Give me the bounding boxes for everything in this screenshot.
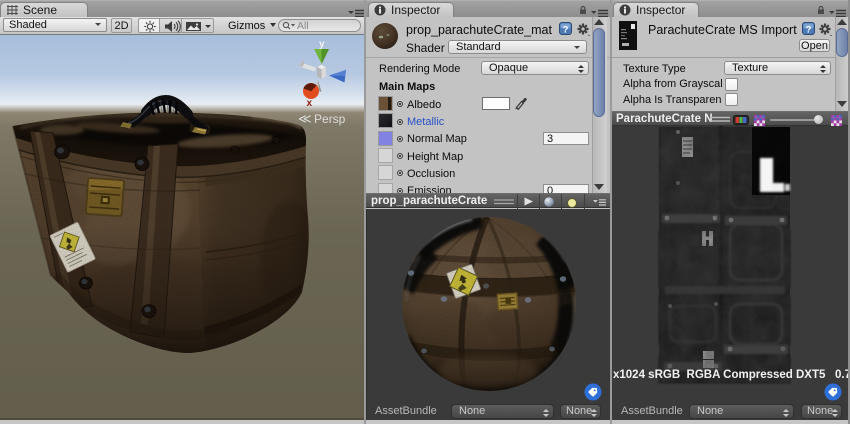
svg-text:x: x	[307, 98, 313, 109]
svg-text:y: y	[319, 39, 325, 50]
svg-text:?: ?	[563, 25, 569, 36]
svg-text:?: ?	[806, 25, 812, 36]
svg-text:≪ Persp: ≪ Persp	[298, 111, 346, 126]
svg-text:x1024 sRGB RGBA Compressed DX: x1024 sRGB RGBA Compressed DXT5 0.7	[613, 369, 850, 381]
